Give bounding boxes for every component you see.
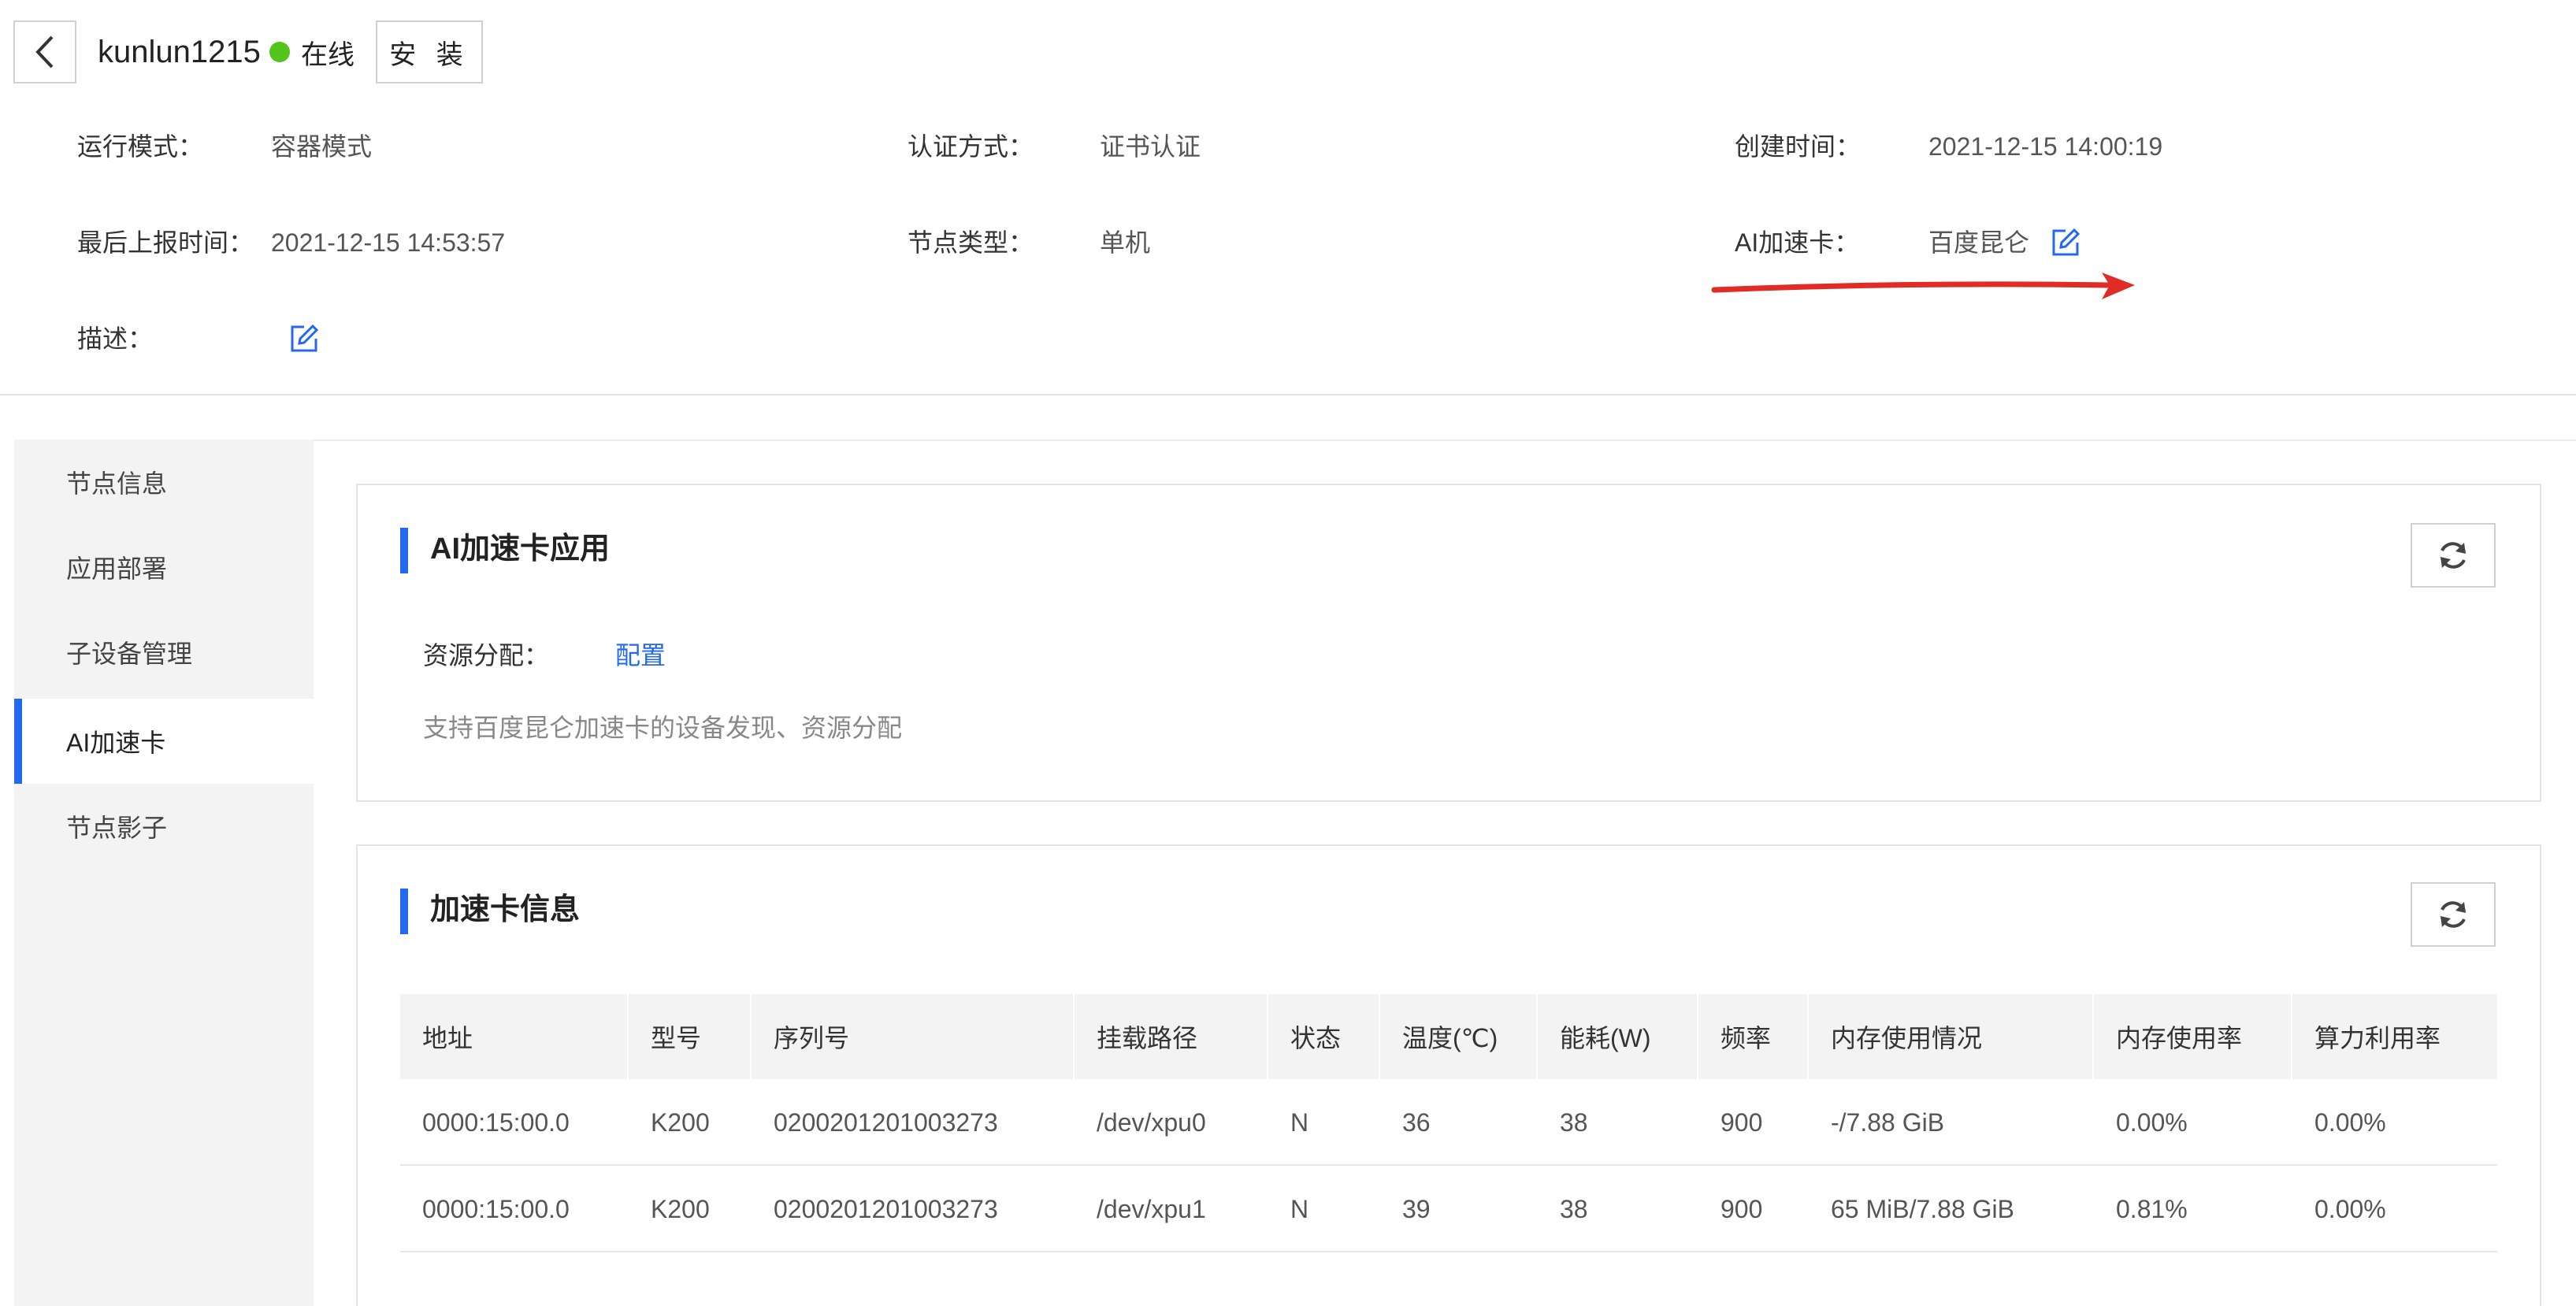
auth-method-value: 证书认证 (1100, 132, 1201, 161)
status-dot-icon (269, 42, 290, 62)
col-status: 状态 (1268, 994, 1380, 1079)
ai-card-value: 百度昆仑 (1928, 228, 2030, 257)
auth-method-label: 认证方式： (908, 132, 1034, 161)
resource-allocation-label: 资源分配： (423, 641, 550, 670)
cell-mount-path: /dev/xpu0 (1097, 1108, 1206, 1137)
node-type-value: 单机 (1100, 228, 1151, 257)
ai-card-label: AI加速卡： (1735, 228, 1860, 257)
cell-address: 0000:15:00.0 (422, 1194, 570, 1223)
refresh-icon (2441, 542, 2466, 569)
sidebar: 节点信息 应用部署 子设备管理 AI加速卡 节点影子 (14, 440, 314, 1306)
col-serial: 序列号 (752, 994, 1075, 1079)
run-mode-label: 运行模式： (77, 132, 204, 161)
col-frequency: 频率 (1698, 994, 1809, 1079)
description-label: 描述： (77, 325, 154, 353)
created-time-value: 2021-12-15 14:00:19 (1928, 132, 2163, 161)
cell-status: N (1290, 1108, 1309, 1137)
cell-power: 38 (1560, 1194, 1588, 1223)
cell-memory-rate: 0.00% (2116, 1108, 2188, 1137)
cell-compute-rate: 0.00% (2314, 1108, 2386, 1137)
cell-memory-rate: 0.81% (2116, 1194, 2188, 1223)
node-name: kunlun1215 (98, 35, 261, 69)
card-info-title: 加速卡信息 (430, 893, 581, 926)
cell-model: K200 (651, 1108, 710, 1137)
ai-app-hint: 支持百度昆仑加速卡的设备发现、资源分配 (423, 714, 903, 742)
status-indicator: 在线 (269, 28, 354, 76)
cell-frequency: 900 (1720, 1194, 1763, 1223)
edit-description-icon[interactable] (288, 323, 320, 354)
header-divider (0, 394, 2576, 395)
sidebar-item-subdevice[interactable]: 子设备管理 (14, 610, 314, 695)
cell-power: 38 (1560, 1108, 1588, 1137)
card-title-accent (400, 889, 408, 934)
node-detail-header: kunlun1215 在线 安 装 运行模式： 容器模式 认证方式： 证书认证 … (0, 0, 2576, 394)
cell-serial: 0200201201003273 (774, 1108, 998, 1137)
sidebar-item-ai-card[interactable]: AI加速卡 (14, 699, 314, 784)
col-temperature: 温度(℃) (1380, 994, 1538, 1079)
cell-frequency: 900 (1720, 1108, 1763, 1137)
cell-serial: 0200201201003273 (774, 1194, 998, 1223)
col-mount-path: 挂载路径 (1075, 994, 1268, 1079)
refresh-icon (2441, 901, 2466, 928)
card-info-refresh-button[interactable] (2411, 882, 2496, 947)
node-type-label: 节点类型： (908, 228, 1034, 257)
col-memory-usage: 内存使用情况 (1809, 994, 2094, 1079)
cell-temperature: 36 (1402, 1108, 1431, 1137)
sidebar-item-node-shadow[interactable]: 节点影子 (14, 784, 314, 869)
install-button[interactable]: 安 装 (376, 20, 483, 83)
card-info-table: 地址 型号 序列号 挂载路径 状态 温度(℃) 能耗(W) 频率 内存使用情况 … (400, 994, 2497, 1252)
last-report-label: 最后上报时间： (77, 228, 254, 257)
table-row: 0000:15:00.0 K200 0200201201003273 /dev/… (400, 1166, 2497, 1252)
cell-model: K200 (651, 1194, 710, 1223)
run-mode-value: 容器模式 (271, 132, 373, 161)
cell-address: 0000:15:00.0 (422, 1108, 570, 1137)
config-link[interactable]: 配置 (615, 636, 666, 674)
cell-memory-usage: 65 MiB/7.88 GiB (1831, 1194, 2014, 1223)
table-row: 0000:15:00.0 K200 0200201201003273 /dev/… (400, 1079, 2497, 1166)
cell-status: N (1290, 1194, 1309, 1223)
cell-memory-usage: -/7.88 GiB (1831, 1108, 1945, 1137)
annotation-arrow-icon (1711, 273, 2135, 299)
last-report-value: 2021-12-15 14:53:57 (271, 228, 506, 257)
table-header: 地址 型号 序列号 挂载路径 状态 温度(℃) 能耗(W) 频率 内存使用情况 … (400, 994, 2497, 1079)
card-title-accent (400, 528, 408, 573)
col-power: 能耗(W) (1538, 994, 1698, 1079)
sidebar-item-app-deploy[interactable]: 应用部署 (14, 525, 314, 610)
ai-app-refresh-button[interactable] (2411, 523, 2496, 588)
cell-temperature: 39 (1402, 1194, 1431, 1223)
ai-app-card (356, 484, 2541, 802)
created-time-label: 创建时间： (1735, 132, 1861, 161)
cell-compute-rate: 0.00% (2314, 1194, 2386, 1223)
edit-ai-card-icon[interactable] (2050, 227, 2081, 258)
col-memory-rate: 内存使用率 (2094, 994, 2292, 1079)
chevron-left-icon (35, 35, 54, 69)
ai-app-title: AI加速卡应用 (430, 532, 611, 566)
back-button[interactable] (13, 20, 76, 83)
cell-mount-path: /dev/xpu1 (1097, 1194, 1206, 1223)
col-model: 型号 (629, 994, 752, 1079)
sidebar-item-node-info[interactable]: 节点信息 (14, 440, 314, 525)
col-compute-rate: 算力利用率 (2314, 1024, 2441, 1052)
col-address: 地址 (400, 994, 629, 1079)
status-text: 在线 (301, 39, 354, 70)
